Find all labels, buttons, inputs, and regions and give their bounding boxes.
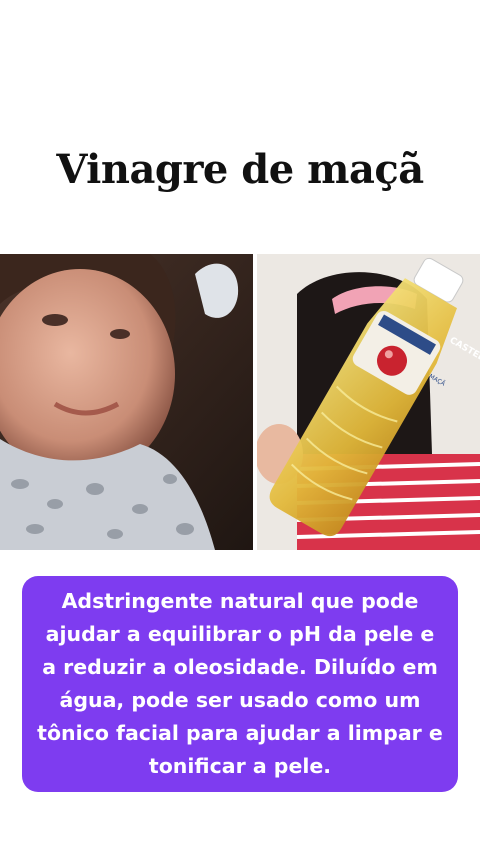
caption-card: Adstringente natural que pode ajudar a e… [22,576,458,792]
vinegar-bottle-photo: CASTELO MAÇÃ [257,254,480,550]
caption-text: Adstringente natural que pode ajudar a e… [37,589,443,778]
page-title: Vinagre de maçã [56,146,424,193]
woman-photo [0,254,253,550]
